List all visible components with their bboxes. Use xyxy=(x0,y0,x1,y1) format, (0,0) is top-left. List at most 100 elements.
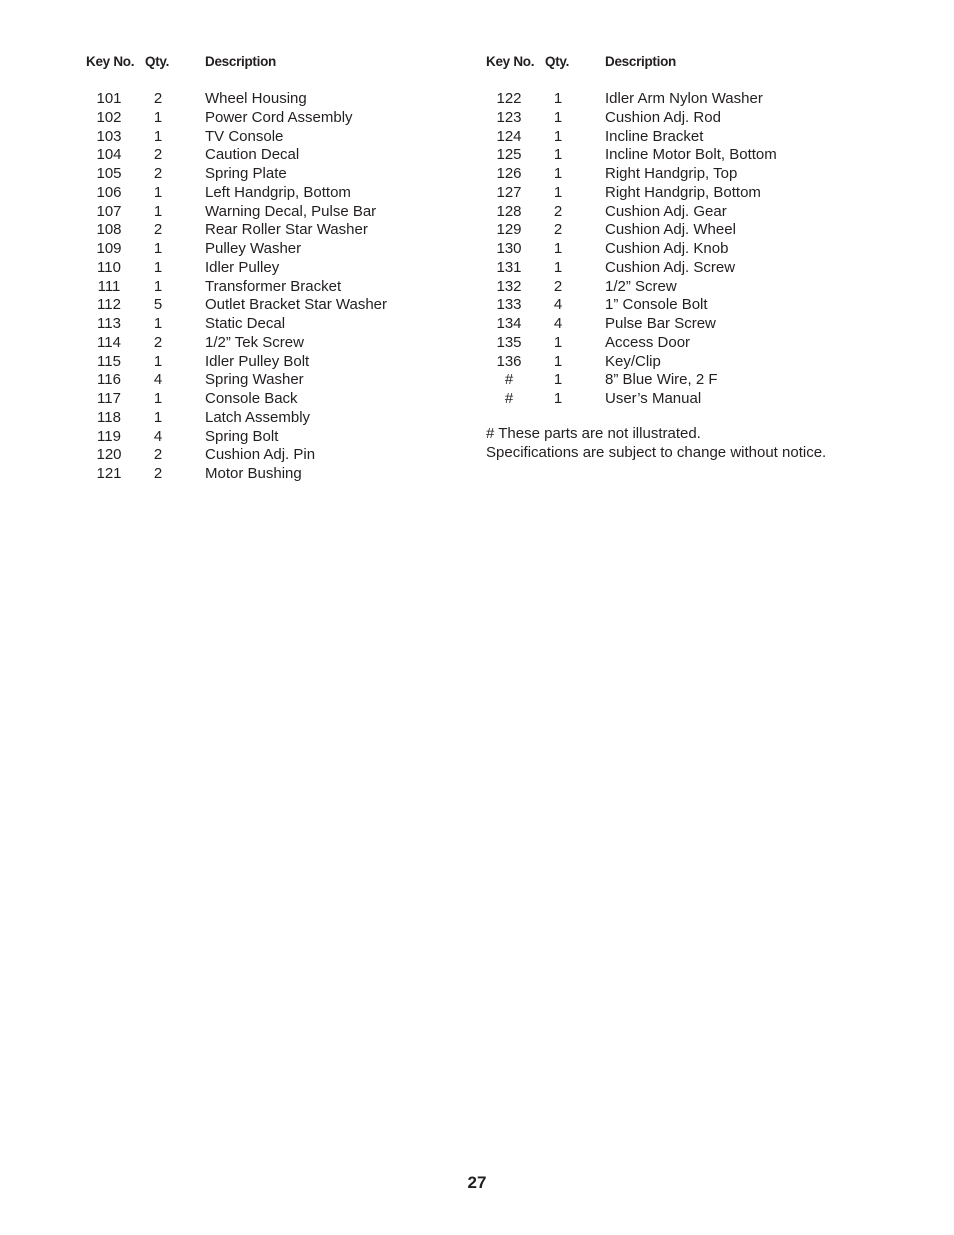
part-key-no: 136 xyxy=(496,352,522,370)
part-qty: 1 xyxy=(553,390,563,407)
part-description: Caution Decal xyxy=(205,146,300,164)
part-key-no: 110 xyxy=(97,258,121,276)
part-qty: 2 xyxy=(153,446,163,464)
part-qty: 4 xyxy=(553,296,563,314)
part-description: Latch Assembly xyxy=(205,408,311,426)
part-description: Wheel Housing xyxy=(205,90,307,107)
part-description: Rear Roller Star Washer xyxy=(205,221,368,239)
header-key-no: Key No. xyxy=(86,54,135,69)
part-qty: 4 xyxy=(153,427,163,445)
part-key-no: 119 xyxy=(97,427,121,445)
part-qty: 1 xyxy=(553,352,563,370)
part-description: Idler Pulley Bolt xyxy=(205,352,310,370)
part-key-no: 134 xyxy=(496,315,522,332)
part-qty: 2 xyxy=(553,221,563,239)
part-key-no: 116 xyxy=(97,371,121,389)
part-description: Incline Bracket xyxy=(605,127,704,145)
part-key-no: 104 xyxy=(96,146,122,164)
part-qty: 1 xyxy=(153,202,163,220)
part-qty: 2 xyxy=(153,165,163,182)
part-description: Cushion Adj. Wheel xyxy=(605,221,736,239)
part-qty: 5 xyxy=(153,296,163,314)
part-qty: 2 xyxy=(553,277,563,295)
part-key-no: 118 xyxy=(97,408,121,426)
part-key-no: 107 xyxy=(96,202,122,220)
page-number: 27 xyxy=(467,1173,487,1192)
part-description: Static Decal xyxy=(205,315,286,332)
part-description: Cushion Adj. Pin xyxy=(205,446,316,464)
part-qty: 1 xyxy=(553,240,563,257)
part-description: 1” Console Bolt xyxy=(605,296,708,314)
part-description: Right Handgrip, Bottom xyxy=(605,183,761,201)
part-description: Right Handgrip, Top xyxy=(605,165,738,182)
header-description: Description xyxy=(205,54,276,69)
part-description: Spring Plate xyxy=(205,165,287,182)
part-description: Cushion Adj. Screw xyxy=(605,258,736,276)
part-key-no: # xyxy=(504,390,514,407)
part-key-no: 115 xyxy=(97,352,121,370)
part-key-no: 132 xyxy=(496,277,522,295)
part-key-no: 122 xyxy=(496,90,522,107)
part-qty: 1 xyxy=(553,371,563,389)
part-description: Idler Arm Nylon Washer xyxy=(605,90,763,107)
part-qty: 2 xyxy=(153,221,163,239)
part-key-no: 112 xyxy=(97,296,121,314)
part-qty: 1 xyxy=(553,183,563,201)
part-description: Left Handgrip, Bottom xyxy=(205,183,351,201)
part-description: Idler Pulley xyxy=(205,258,280,276)
part-key-no: 135 xyxy=(496,333,522,351)
part-key-no: 106 xyxy=(96,183,122,201)
part-description: 8” Blue Wire, 2 F xyxy=(605,371,718,389)
part-qty: 1 xyxy=(153,408,163,426)
part-description: Pulse Bar Screw xyxy=(605,315,716,332)
part-key-no: 111 xyxy=(97,277,121,295)
header-qty: Qty. xyxy=(545,54,570,69)
header-qty: Qty. xyxy=(145,54,170,69)
part-description: User’s Manual xyxy=(605,390,702,407)
part-description: Spring Washer xyxy=(205,371,304,389)
part-key-no: 125 xyxy=(496,146,522,164)
part-qty: 1 xyxy=(553,258,563,276)
part-description: Spring Bolt xyxy=(205,427,279,445)
part-description: Outlet Bracket Star Washer xyxy=(205,296,388,314)
part-description: Cushion Adj. Gear xyxy=(605,202,727,220)
part-description: Transformer Bracket xyxy=(205,277,342,295)
part-qty: 1 xyxy=(553,165,563,182)
part-description: Cushion Adj. Knob xyxy=(605,240,729,257)
part-key-no: 129 xyxy=(496,221,522,239)
part-qty: 1 xyxy=(153,390,163,407)
part-key-no: 102 xyxy=(96,108,122,126)
part-qty: 1 xyxy=(153,240,163,257)
part-qty: 2 xyxy=(153,90,163,107)
part-description: Key/Clip xyxy=(605,352,661,370)
part-description: Incline Motor Bolt, Bottom xyxy=(605,146,777,164)
part-qty: 1 xyxy=(153,127,163,145)
part-qty: 1 xyxy=(153,183,163,201)
part-key-no: 133 xyxy=(496,296,522,314)
part-qty: 1 xyxy=(153,108,163,126)
part-key-no: 109 xyxy=(96,240,122,257)
part-qty: 4 xyxy=(153,371,163,389)
part-key-no: 101 xyxy=(96,90,122,107)
part-qty: 2 xyxy=(153,146,163,164)
part-qty: 1 xyxy=(553,108,563,126)
part-key-no: 103 xyxy=(96,127,122,145)
part-qty: 2 xyxy=(153,333,163,351)
part-key-no: 114 xyxy=(97,333,121,351)
part-description: 1/2” Tek Screw xyxy=(205,333,304,351)
header-description: Description xyxy=(605,54,676,69)
footnotes: # These parts are not illustrated. Speci… xyxy=(486,425,826,463)
part-key-no: 113 xyxy=(97,315,121,332)
part-key-no: 130 xyxy=(496,240,522,257)
part-qty: 1 xyxy=(153,277,163,295)
part-key-no: 123 xyxy=(496,108,522,126)
part-key-no: 124 xyxy=(496,127,522,145)
part-description: Pulley Washer xyxy=(205,240,302,257)
part-description: Access Door xyxy=(605,333,691,351)
part-key-no: 131 xyxy=(496,258,522,276)
part-key-no: 128 xyxy=(496,202,522,220)
part-qty: 1 xyxy=(153,258,163,276)
part-qty: 1 xyxy=(153,315,163,332)
part-description: Cushion Adj. Rod xyxy=(605,108,721,126)
part-qty: 2 xyxy=(153,465,163,482)
